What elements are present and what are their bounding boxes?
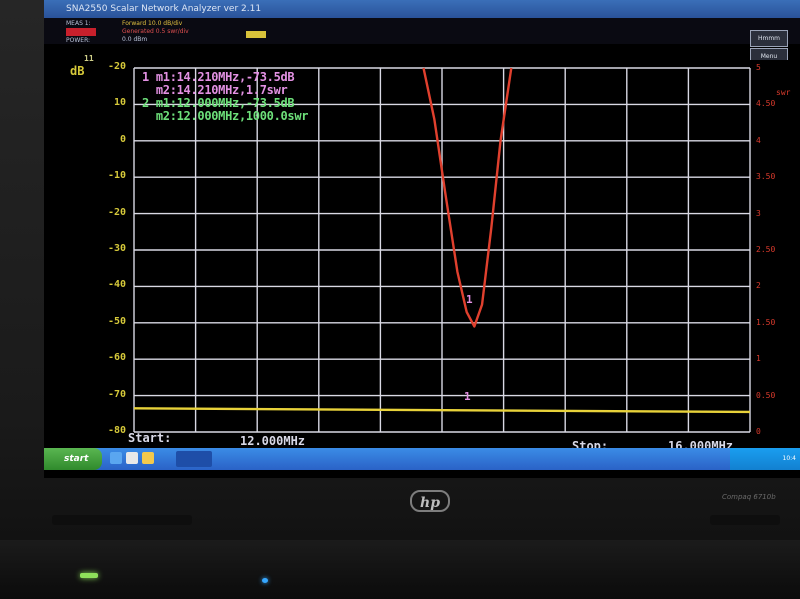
desk-surface <box>0 540 800 599</box>
start-frequency: 12.000MHz <box>240 434 306 448</box>
system-tray: 10:4 <box>730 448 800 470</box>
ie-icon[interactable] <box>110 452 122 464</box>
right-tick-label: 3 <box>756 208 761 218</box>
right-tick-label: 2 <box>756 281 761 291</box>
left-tick-label: -80 <box>107 425 126 436</box>
left-tick-label: -10 <box>107 170 126 182</box>
swr-trace <box>422 67 513 328</box>
right-tick-label: 1 <box>756 354 761 364</box>
right-tick-label: 3.50 <box>756 172 776 182</box>
left-tick-label: -30 <box>107 243 126 254</box>
right-tick-label: 0 <box>756 427 761 436</box>
start-label: Start: <box>128 431 172 445</box>
left-tick-label: -20 <box>107 61 126 72</box>
taskbar-app-item[interactable] <box>176 451 212 467</box>
status-strip: MEAS 1: POWER: Forward 10.0 dB/div Gener… <box>44 18 800 47</box>
desktop-icon[interactable] <box>126 452 138 464</box>
marker-readout-1b: m2:14.210MHz,1.7swr <box>142 83 288 97</box>
status-badge <box>246 31 266 38</box>
start-button[interactable]: start <box>44 448 102 470</box>
hp-logo: hp <box>410 490 450 512</box>
right-tick-label: 1.50 <box>756 317 776 327</box>
plot-area: dB swr 11 -20 10 0 -10 -20 -30 -40 -50 -60 -70 -80… <box>44 54 800 460</box>
status-label-power: POWER: <box>66 37 91 44</box>
keyboard-edge-left <box>52 515 192 525</box>
laptop-screen: SNA2550 Scalar Network Analyzer ver 2.11… <box>44 0 800 478</box>
model-label: Compaq 6710b <box>722 493 776 501</box>
meas-indicator <box>66 28 96 36</box>
marker-readout-2a: 2 m1:12.000MHz,-73.5dB <box>142 96 295 110</box>
taskbar: start 10:4 <box>44 448 800 470</box>
left-tick-label: -40 <box>107 279 126 291</box>
status-value-power: 0.0 dBm <box>122 36 148 43</box>
marker-tag-swr: 1 <box>466 293 473 306</box>
right-tick-label: 5 <box>756 63 761 72</box>
right-tick-label: 4.50 <box>756 99 776 109</box>
left-tick-label: -50 <box>107 315 126 327</box>
wireless-led <box>262 578 268 583</box>
left-tick-label: -20 <box>107 206 126 218</box>
right-tick-label: 2.50 <box>756 245 776 254</box>
keyboard-edge-right <box>710 515 780 525</box>
right-axis-unit: swr <box>776 88 791 97</box>
power-led <box>80 573 98 578</box>
left-tick-label: -60 <box>107 352 126 364</box>
status-label-meas: MEAS 1: <box>66 20 91 27</box>
marker-readout-1a: 1 m1:14.210MHz,-73.5dB <box>142 70 295 84</box>
right-tick-label: 4 <box>756 135 761 145</box>
left-tick-label: 0 <box>119 133 126 145</box>
status-value-forward: Forward 10.0 dB/div <box>122 20 183 27</box>
app-title: SNA2550 Scalar Network Analyzer ver 2.11 <box>44 0 800 18</box>
left-tick-label: -70 <box>107 388 126 400</box>
right-tick-label: 0.50 <box>756 390 776 400</box>
side-button-1[interactable]: Hmmm <box>750 30 788 47</box>
tray-clock: 10:4 <box>782 455 796 462</box>
folder-icon[interactable] <box>142 452 154 464</box>
marker-readout-2b: m2:12.000MHz,1000.0swr <box>142 109 309 123</box>
left-tick-label: 10 <box>113 97 126 109</box>
marker-tag-db: 1 <box>464 390 471 403</box>
status-value-generated: Generated 0.5 swr/div <box>122 28 189 35</box>
